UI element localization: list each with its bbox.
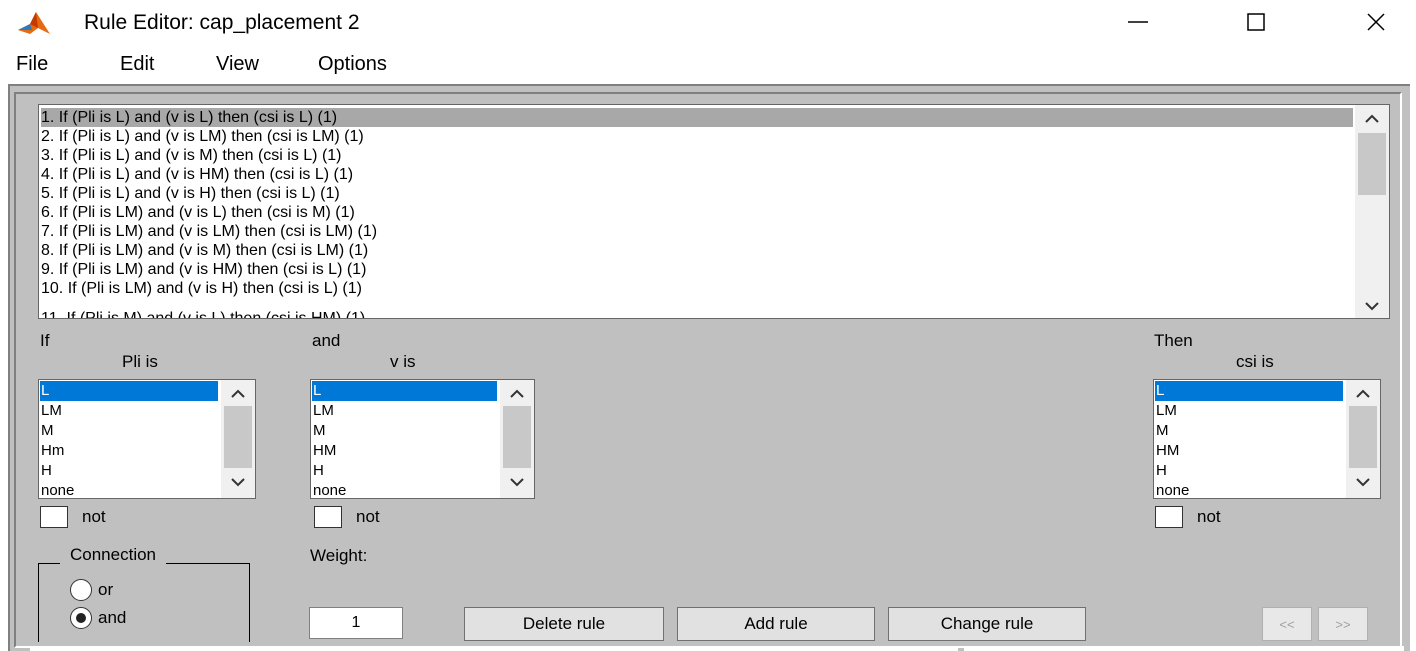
- scroll-thumb[interactable]: [1358, 133, 1386, 195]
- if-label: If: [40, 331, 50, 350]
- csi-variable-label: csi is: [1236, 352, 1274, 371]
- mf-option[interactable]: H: [312, 461, 497, 481]
- minimize-icon: [1128, 21, 1148, 23]
- csi-list-scrollbar[interactable]: [1346, 380, 1380, 498]
- window-title: Rule Editor: cap_placement 2: [84, 11, 360, 34]
- minimize-button[interactable]: [1108, 0, 1168, 44]
- pli-not-label: not: [82, 507, 106, 526]
- scroll-thumb[interactable]: [503, 406, 531, 468]
- menu-file[interactable]: File: [16, 53, 48, 76]
- rule-list[interactable]: 1. If (Pli is L) and (v is L) then (csi …: [38, 104, 1390, 319]
- scroll-down-arrow[interactable]: [221, 470, 255, 494]
- scroll-up-arrow[interactable]: [221, 382, 255, 406]
- delete-rule-button[interactable]: Delete rule: [464, 607, 664, 641]
- rule-item[interactable]: 7. If (Pli is LM) and (v is LM) then (cs…: [41, 222, 377, 241]
- title-bar: Rule Editor: cap_placement 2: [0, 0, 1416, 44]
- mf-option[interactable]: H: [40, 461, 218, 481]
- close-icon: [1367, 13, 1385, 31]
- rule-list-scrollbar[interactable]: [1355, 105, 1389, 318]
- csi-not-label: not: [1197, 507, 1221, 526]
- v-not-checkbox[interactable]: [314, 506, 342, 528]
- csi-not-checkbox[interactable]: [1155, 506, 1183, 528]
- maximize-icon: [1247, 13, 1265, 31]
- mf-option[interactable]: H: [1155, 461, 1343, 481]
- or-label: or: [98, 580, 114, 599]
- v-mf-list[interactable]: L LM M HM H none: [310, 379, 535, 499]
- rule-item[interactable]: 6. If (Pli is LM) and (v is L) then (csi…: [41, 203, 355, 222]
- chevron-down-icon: [231, 478, 245, 487]
- connection-group: [38, 563, 250, 642]
- scroll-up-arrow[interactable]: [500, 382, 534, 406]
- rule-item[interactable]: 9. If (Pli is LM) and (v is HM) then (cs…: [41, 260, 366, 279]
- scroll-down-arrow[interactable]: [1346, 470, 1380, 494]
- status-strip: [30, 646, 958, 651]
- chevron-up-icon: [1365, 114, 1379, 123]
- previous-rules-button[interactable]: <<: [1262, 607, 1312, 641]
- weight-input[interactable]: 1: [309, 607, 403, 639]
- pli-variable-label: Pli is: [122, 352, 158, 371]
- chevron-down-icon: [1356, 478, 1370, 487]
- mf-option[interactable]: M: [40, 421, 218, 441]
- menu-view[interactable]: View: [216, 53, 259, 76]
- mf-option[interactable]: HM: [312, 441, 497, 461]
- mf-option[interactable]: none: [312, 481, 497, 498]
- and-label: and: [312, 331, 341, 350]
- csi-mf-list[interactable]: L LM M HM H none: [1153, 379, 1381, 499]
- weight-label: Weight:: [310, 546, 368, 565]
- mf-option[interactable]: LM: [1155, 401, 1343, 421]
- close-button[interactable]: [1346, 0, 1406, 44]
- scroll-up-arrow[interactable]: [1355, 107, 1389, 131]
- menu-edit[interactable]: Edit: [120, 53, 154, 76]
- connection-title: Connection: [60, 545, 167, 565]
- mf-option[interactable]: LM: [312, 401, 497, 421]
- chevron-up-icon: [1356, 389, 1370, 398]
- mf-option[interactable]: L: [1155, 381, 1343, 401]
- mf-option[interactable]: M: [1155, 421, 1343, 441]
- scroll-down-arrow[interactable]: [1355, 294, 1389, 318]
- mf-option[interactable]: HM: [1155, 441, 1343, 461]
- v-variable-label: v is: [390, 352, 416, 371]
- mf-option[interactable]: none: [1155, 481, 1343, 498]
- mf-option[interactable]: L: [40, 381, 218, 401]
- menu-options[interactable]: Options: [318, 53, 387, 76]
- rule-item[interactable]: 5. If (Pli is L) and (v is H) then (csi …: [41, 184, 340, 203]
- maximize-button[interactable]: [1226, 0, 1286, 44]
- chevron-down-icon: [510, 478, 524, 487]
- chevron-down-icon: [1365, 302, 1379, 311]
- or-radio[interactable]: [70, 579, 92, 601]
- status-strip-right: [964, 646, 1404, 651]
- mf-option[interactable]: LM: [40, 401, 218, 421]
- add-rule-button[interactable]: Add rule: [677, 607, 875, 641]
- scroll-down-arrow[interactable]: [500, 470, 534, 494]
- mf-option[interactable]: Hm: [40, 441, 218, 461]
- change-rule-button[interactable]: Change rule: [888, 607, 1086, 641]
- chevron-up-icon: [231, 389, 245, 398]
- rule-item[interactable]: 10. If (Pli is LM) and (v is H) then (cs…: [41, 279, 362, 298]
- radio-dot-icon: [76, 613, 86, 623]
- rule-item[interactable]: 11. If (Pli is M) and (v is L) then (csi…: [41, 309, 365, 318]
- pli-list-scrollbar[interactable]: [221, 380, 255, 498]
- next-rules-button[interactable]: >>: [1318, 607, 1368, 641]
- rule-item[interactable]: 3. If (Pli is L) and (v is M) then (csi …: [41, 146, 342, 165]
- scroll-up-arrow[interactable]: [1346, 382, 1380, 406]
- v-not-label: not: [356, 507, 380, 526]
- chevron-up-icon: [510, 389, 524, 398]
- rule-item[interactable]: 4. If (Pli is L) and (v is HM) then (csi…: [41, 165, 353, 184]
- and-radio[interactable]: [70, 607, 92, 629]
- scroll-thumb[interactable]: [1349, 406, 1377, 468]
- rule-item[interactable]: 8. If (Pli is LM) and (v is M) then (csi…: [41, 241, 368, 260]
- rule-item[interactable]: 1. If (Pli is L) and (v is L) then (csi …: [41, 108, 1353, 127]
- scroll-thumb[interactable]: [224, 406, 252, 468]
- v-list-scrollbar[interactable]: [500, 380, 534, 498]
- mf-option[interactable]: M: [312, 421, 497, 441]
- mf-option[interactable]: L: [312, 381, 497, 401]
- and-option-label: and: [98, 608, 127, 627]
- pli-not-checkbox[interactable]: [40, 506, 68, 528]
- then-label: Then: [1154, 331, 1193, 350]
- rule-item[interactable]: 2. If (Pli is L) and (v is LM) then (csi…: [41, 127, 364, 146]
- matlab-logo-icon: [18, 12, 50, 34]
- mf-option[interactable]: none: [40, 481, 218, 498]
- menu-bar: File Edit View Options: [0, 44, 1416, 84]
- pli-mf-list[interactable]: L LM M Hm H none: [38, 379, 256, 499]
